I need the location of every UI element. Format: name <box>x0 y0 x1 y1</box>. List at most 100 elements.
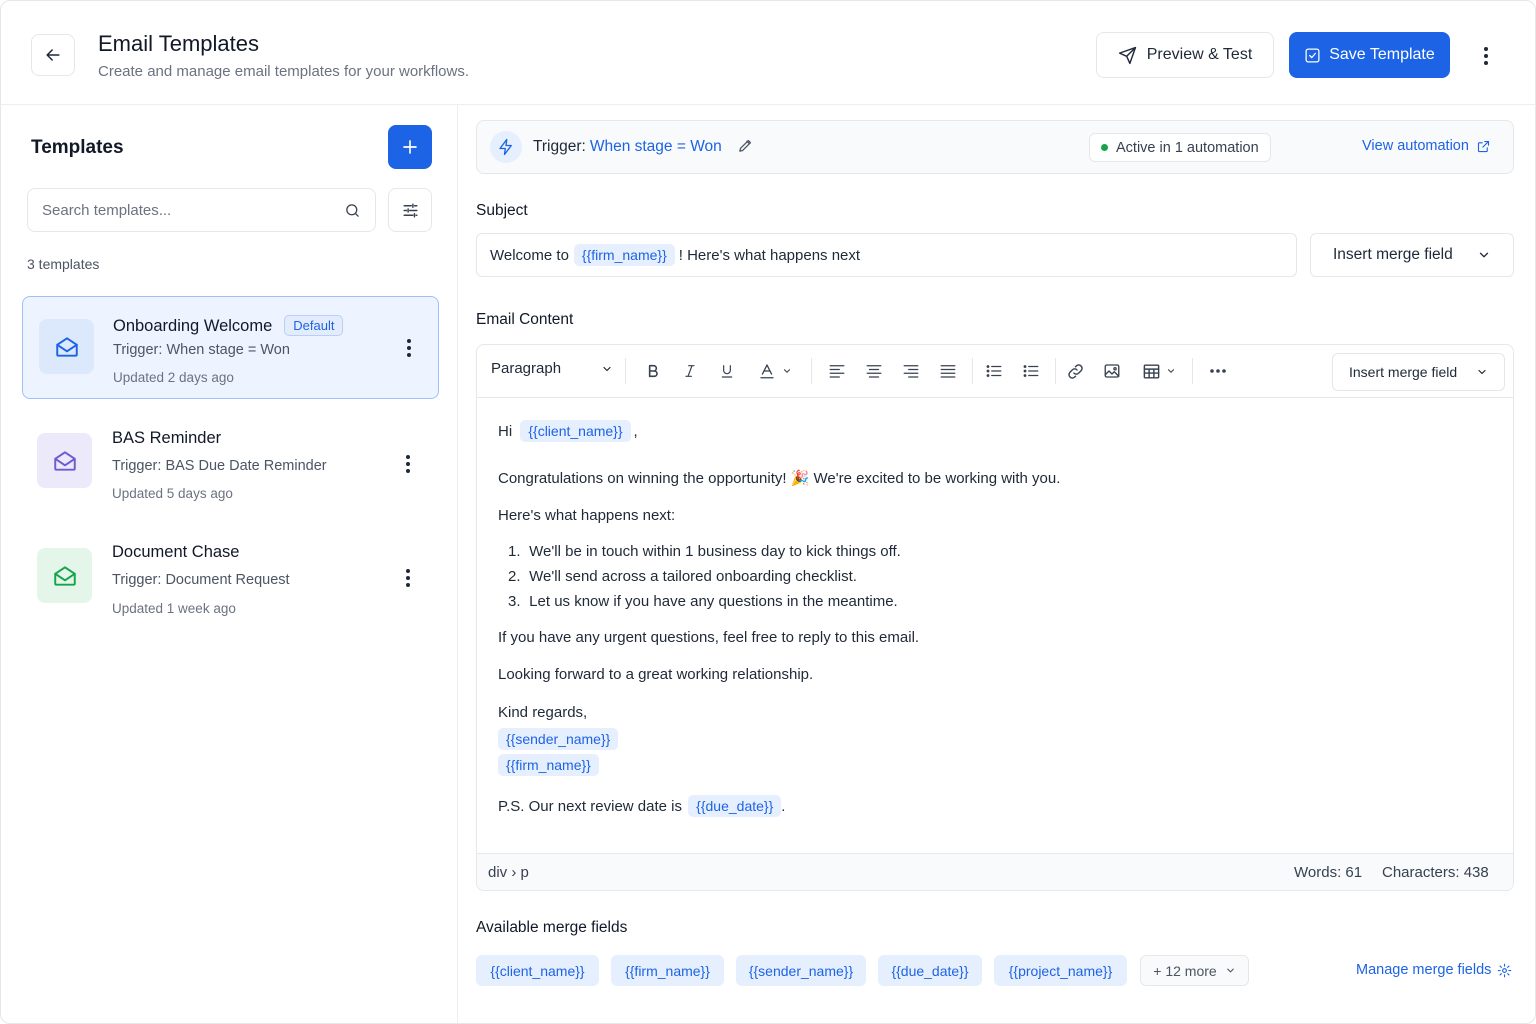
block-format-dropdown[interactable]: Paragraph <box>491 360 613 377</box>
merge-field-chip-project-name[interactable]: {{project_name}} <box>994 955 1127 986</box>
add-template-button[interactable] <box>388 125 432 169</box>
list-number: 3. <box>508 593 521 610</box>
subject-merge-dropdown[interactable]: Insert merge field <box>1310 233 1514 277</box>
signature-line-1[interactable]: {{sender_name}} <box>498 728 619 750</box>
template-icon-wrap <box>37 433 92 488</box>
automation-status: Active in 1 automation <box>1116 139 1259 156</box>
bold-button[interactable] <box>642 358 664 384</box>
body-paragraph-3[interactable]: If you have any urgent questions, feel f… <box>498 629 919 646</box>
text-color-button[interactable] <box>753 358 797 384</box>
subject-input[interactable]: Welcome to {{firm_name}} ! Here's what h… <box>476 233 1297 277</box>
body-paragraph-2[interactable]: Here's what happens next: <box>498 507 675 524</box>
template-trigger: Trigger: Document Request <box>112 572 290 588</box>
insert-table-button[interactable] <box>1139 358 1179 384</box>
align-justify-button[interactable] <box>937 358 959 384</box>
signature-line-2[interactable]: {{firm_name}} <box>498 754 599 776</box>
sidebar-divider <box>457 105 458 1023</box>
insert-image-button[interactable] <box>1101 358 1123 384</box>
ps-text: P.S. Our next review date is <box>498 798 682 815</box>
sidebar-title: Templates <box>31 137 124 158</box>
more-tools-button[interactable] <box>1205 358 1231 384</box>
signoff-text[interactable]: Kind regards, <box>498 704 587 721</box>
more-merge-fields-label: + 12 more <box>1153 962 1217 979</box>
greeting-comma: , <box>633 423 638 440</box>
template-card-bas-reminder[interactable]: BAS Reminder Trigger: BAS Due Date Remin… <box>22 413 439 516</box>
align-center-icon <box>866 365 882 378</box>
vertical-dots-icon <box>406 455 410 473</box>
external-link-icon <box>1477 140 1489 152</box>
preview-test-button[interactable]: Preview & Test <box>1096 32 1274 78</box>
list-number: 1. <box>508 543 521 560</box>
italic-button[interactable] <box>679 358 701 384</box>
search-input[interactable] <box>42 201 322 219</box>
due-date-merge-chip[interactable]: {{due_date}} <box>688 795 782 817</box>
body-paragraph-4[interactable]: Looking forward to a great working relat… <box>498 666 813 683</box>
numbered-list-icon <box>1023 365 1039 377</box>
greeting-line[interactable]: Hi {{client_name}}, <box>498 420 638 442</box>
block-format-label: Paragraph <box>491 360 562 377</box>
image-icon <box>1104 364 1120 378</box>
editor-statusbar: div › p Words: 61 Characters: 438 <box>477 853 1513 890</box>
toolbar-divider <box>1055 358 1056 384</box>
edit-trigger-button[interactable] <box>737 137 754 154</box>
align-center-button[interactable] <box>863 358 885 384</box>
email-editor: Paragraph Insert merge field Hi {{client… <box>476 344 1514 891</box>
sender-name-merge-chip[interactable]: {{sender_name}} <box>498 728 619 750</box>
toolbar-divider <box>625 358 626 384</box>
numbered-list-button[interactable] <box>1020 358 1042 384</box>
merge-field-chip-due-date[interactable]: {{due_date}} <box>878 955 982 986</box>
app-window: Email Templates Create and manage email … <box>0 0 1536 1024</box>
align-right-button[interactable] <box>900 358 922 384</box>
send-icon <box>1118 46 1136 64</box>
back-button[interactable] <box>31 34 75 76</box>
automation-status-badge: Active in 1 automation <box>1089 133 1271 162</box>
content-merge-dropdown[interactable]: Insert merge field <box>1332 353 1505 391</box>
header-divider <box>1 104 1535 105</box>
align-left-button[interactable] <box>826 358 848 384</box>
merge-field-chip-client-name[interactable]: {{client_name}} <box>476 955 599 986</box>
template-menu-button[interactable] <box>398 563 418 593</box>
list-text: We'll send across a tailored onboarding … <box>529 568 857 585</box>
plus-icon <box>403 140 417 154</box>
chevron-down-icon <box>1226 968 1234 973</box>
bullet-list-button[interactable] <box>983 358 1005 384</box>
merge-field-chip-firm-name[interactable]: {{firm_name}} <box>611 955 724 986</box>
view-automation-link[interactable]: View automation <box>1362 138 1491 154</box>
table-icon <box>1143 363 1160 379</box>
template-menu-button[interactable] <box>398 449 418 479</box>
template-menu-button[interactable] <box>399 333 419 363</box>
list-item[interactable]: 3. Let us know if you have any questions… <box>508 593 898 610</box>
template-updated: Updated 1 week ago <box>112 601 236 616</box>
merge-field-chip-sender-name[interactable]: {{sender_name}} <box>736 955 866 986</box>
template-card-onboarding-welcome[interactable]: Onboarding Welcome Default Trigger: When … <box>22 296 439 399</box>
manage-merge-fields-label: Manage merge fields <box>1356 962 1492 978</box>
subject-suffix: ! Here's what happens next <box>678 246 861 264</box>
chevron-down-icon <box>1167 369 1175 373</box>
list-item[interactable]: 2. We'll send across a tailored onboardi… <box>508 568 857 585</box>
firm-name-merge-chip[interactable]: {{firm_name}} <box>498 754 599 776</box>
more-options-button[interactable] <box>1471 41 1501 71</box>
client-name-merge-chip[interactable]: {{client_name}} <box>520 420 631 442</box>
template-count: 3 templates <box>27 256 100 272</box>
ps-line[interactable]: P.S. Our next review date is {{due_date}… <box>498 795 785 817</box>
insert-link-button[interactable] <box>1064 358 1086 384</box>
toolbar-divider <box>972 358 973 384</box>
chevron-down-icon <box>603 366 611 371</box>
horizontal-dots-icon <box>1210 369 1226 373</box>
align-right-icon <box>903 365 919 378</box>
template-card-document-chase[interactable]: Document Chase Trigger: Document Request… <box>22 528 439 631</box>
filter-button[interactable] <box>388 188 432 232</box>
template-search[interactable] <box>27 188 376 232</box>
subject-label: Subject <box>476 202 528 219</box>
body-paragraph-1[interactable]: Congratulations on winning the opportuni… <box>498 469 1060 487</box>
underline-button[interactable] <box>716 358 738 384</box>
save-template-button[interactable]: Save Template <box>1289 32 1450 78</box>
manage-merge-fields-link[interactable]: Manage merge fields <box>1356 962 1512 978</box>
trigger-value[interactable]: When stage = Won <box>590 138 722 155</box>
more-merge-fields-button[interactable]: + 12 more <box>1140 955 1249 986</box>
list-text: Let us know if you have any questions in… <box>529 593 898 610</box>
subject-merge-chip[interactable]: {{firm_name}} <box>573 244 675 266</box>
list-item[interactable]: 1. We'll be in touch within 1 business d… <box>508 543 901 560</box>
toolbar-divider <box>1192 358 1193 384</box>
lightning-icon <box>499 138 512 156</box>
